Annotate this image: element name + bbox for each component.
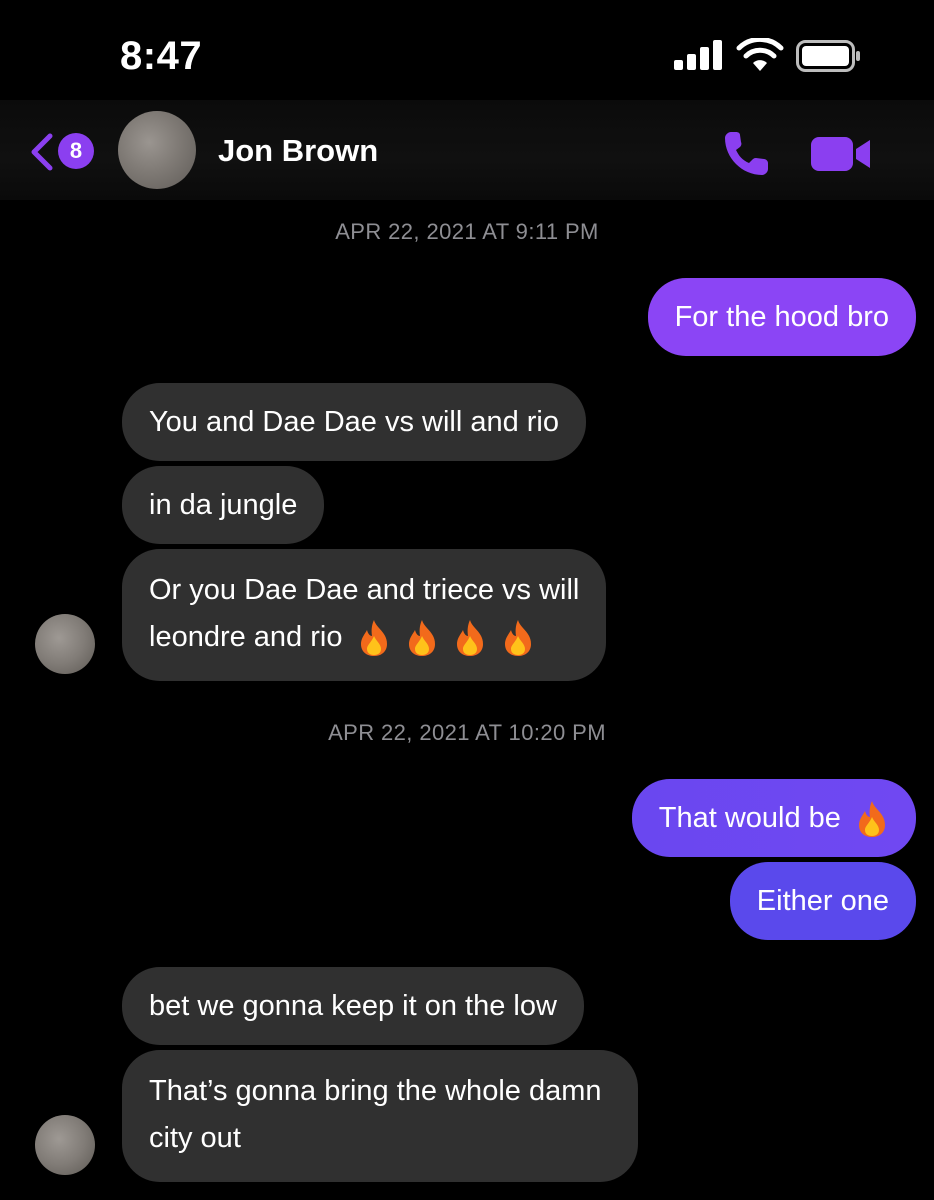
fire-emoji bbox=[859, 801, 885, 838]
outgoing-message[interactable]: For the hood bro bbox=[647, 278, 916, 356]
back-chevron-icon bbox=[31, 133, 53, 171]
message-text: You and Dae Dae vs will and rio bbox=[149, 406, 560, 438]
wifi-icon bbox=[736, 38, 784, 71]
outgoing-message[interactable]: That would be bbox=[631, 779, 916, 857]
signal-icon bbox=[674, 40, 722, 70]
message-text: bet we gonna keep it on the low bbox=[149, 990, 557, 1022]
sender-avatar[interactable] bbox=[35, 614, 95, 674]
message-timestamp: APR 22, 2021 AT 10:20 PM bbox=[328, 720, 606, 745]
incoming-message[interactable]: You and Dae Dae vs will and rio bbox=[122, 383, 587, 461]
contact-avatar[interactable] bbox=[118, 111, 196, 189]
incoming-message[interactable]: Or you Dae Dae and triece vs will leondr… bbox=[122, 549, 607, 681]
incoming-message[interactable]: bet we gonna keep it on the low bbox=[122, 967, 584, 1045]
battery-icon bbox=[796, 40, 860, 72]
sender-avatar[interactable] bbox=[35, 1115, 95, 1175]
status-bar: 8:47 bbox=[0, 0, 934, 100]
message-text-line: leondre and rio bbox=[149, 621, 343, 653]
fire-emoji bbox=[504, 620, 531, 657]
back-button[interactable]: 8 bbox=[28, 128, 100, 174]
message-text-line: Or you Dae Dae and triece vs will bbox=[149, 574, 580, 606]
fire-emoji bbox=[408, 620, 435, 657]
contact-name[interactable]: Jon Brown bbox=[218, 133, 378, 169]
fire-emoji bbox=[360, 620, 387, 657]
outgoing-message[interactable]: Either one bbox=[729, 862, 916, 940]
incoming-message[interactable]: in da jungle bbox=[122, 466, 325, 544]
message-text-line: That’s gonna bring the whole damn bbox=[149, 1075, 602, 1107]
conversation-header: 8 Jon Brown bbox=[0, 100, 934, 200]
fire-emoji bbox=[456, 620, 483, 657]
phone-icon[interactable] bbox=[722, 128, 772, 178]
message-text: That would be bbox=[658, 802, 841, 834]
message-text-line: city out bbox=[149, 1122, 241, 1154]
status-time: 8:47 bbox=[120, 34, 203, 78]
video-camera-icon[interactable] bbox=[810, 134, 872, 174]
message-timestamp: APR 22, 2021 AT 9:11 PM bbox=[335, 219, 599, 244]
incoming-message[interactable]: That’s gonna bring the whole damn city o… bbox=[122, 1050, 638, 1182]
message-text: in da jungle bbox=[149, 489, 298, 521]
message-text: Either one bbox=[756, 885, 889, 917]
unread-count-badge: 8 bbox=[58, 133, 94, 169]
message-text: For the hood bro bbox=[674, 301, 889, 333]
